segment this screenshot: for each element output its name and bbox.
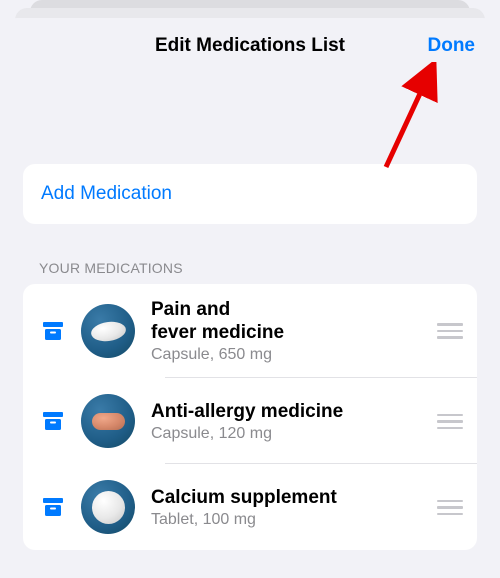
medication-visual-icon [81, 304, 135, 358]
medication-name: Calcium supplement [151, 486, 425, 509]
archive-icon[interactable] [41, 409, 65, 433]
archive-icon[interactable] [41, 319, 65, 343]
medication-name: Pain andfever medicine [151, 298, 425, 344]
medication-subtitle: Capsule, 120 mg [151, 425, 425, 443]
medication-row: Pain andfever medicine Capsule, 650 mg [23, 284, 477, 378]
medication-text: Calcium supplement Tablet, 100 mg [151, 486, 425, 529]
reorder-handle-icon[interactable] [437, 323, 463, 339]
modal-sheet: Edit Medications List Done Add Medicatio… [3, 18, 497, 578]
reorder-handle-icon[interactable] [437, 414, 463, 430]
medication-row: Calcium supplement Tablet, 100 mg [23, 464, 477, 550]
add-medication-card[interactable]: Add Medication [23, 164, 477, 224]
page-title: Edit Medications List [3, 35, 497, 57]
medication-subtitle: Tablet, 100 mg [151, 511, 425, 529]
medication-text: Pain andfever medicine Capsule, 650 mg [151, 298, 425, 364]
medication-subtitle: Capsule, 650 mg [151, 346, 425, 364]
reorder-handle-icon[interactable] [437, 500, 463, 516]
medication-text: Anti-allergy medicine Capsule, 120 mg [151, 400, 425, 443]
nav-header: Edit Medications List Done [3, 18, 497, 74]
section-header-label: YOUR MEDICATIONS [39, 260, 477, 276]
medication-visual-icon [81, 480, 135, 534]
archive-icon[interactable] [41, 495, 65, 519]
medication-visual-icon [81, 394, 135, 448]
medication-row: Anti-allergy medicine Capsule, 120 mg [23, 378, 477, 464]
medication-name: Anti-allergy medicine [151, 400, 425, 423]
medications-list: Pain andfever medicine Capsule, 650 mg A… [23, 284, 477, 550]
done-button[interactable]: Done [428, 35, 476, 57]
add-medication-label: Add Medication [41, 183, 172, 204]
